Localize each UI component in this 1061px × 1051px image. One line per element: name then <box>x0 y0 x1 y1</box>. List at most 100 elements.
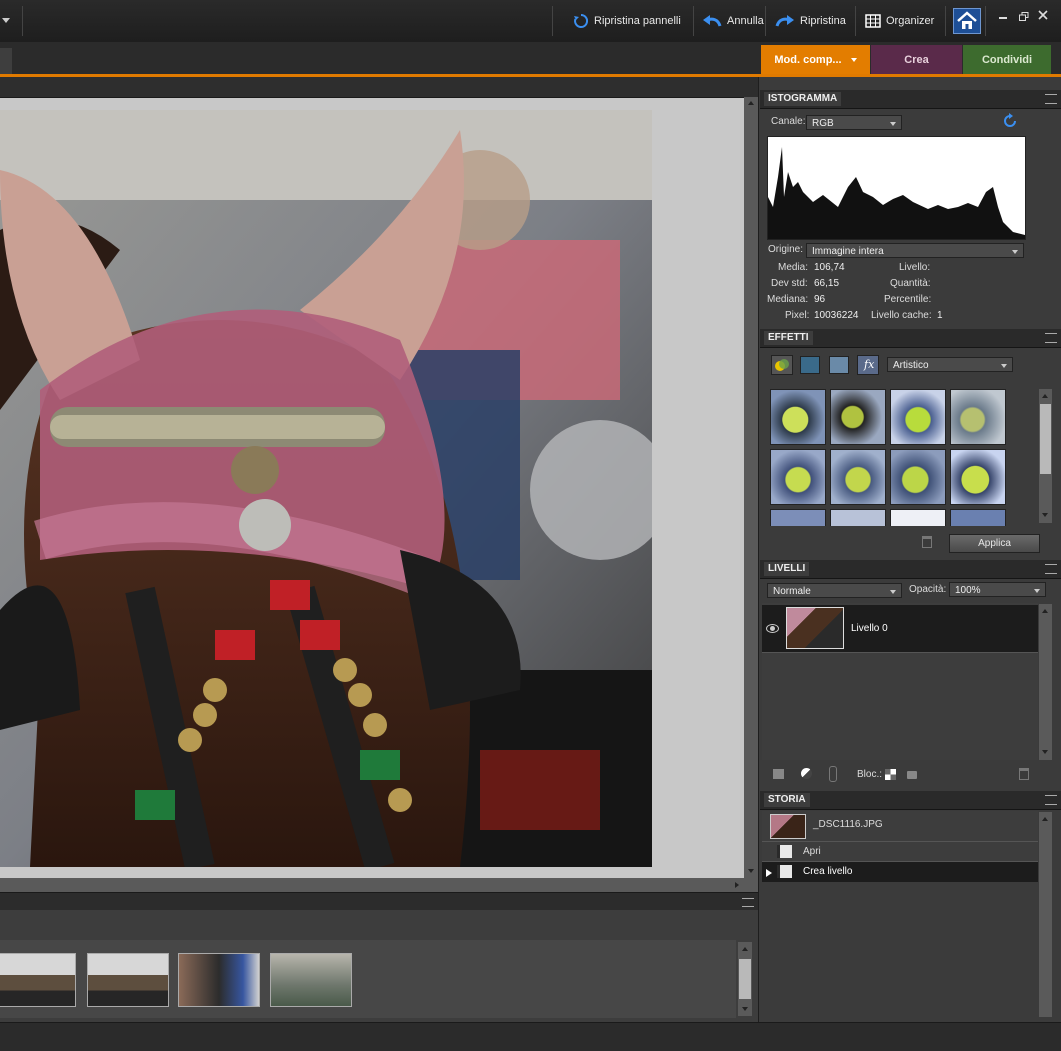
redo-button[interactable]: Ripristina <box>775 12 846 30</box>
history-scrollbar[interactable] <box>1039 812 1052 1017</box>
scroll-up-arrow[interactable] <box>1042 817 1048 821</box>
minimize-button[interactable] <box>999 17 1007 19</box>
history-step-label: Crea livello <box>803 866 853 877</box>
top-toolbar: Ripristina pannelli Annulla Ripristina O… <box>0 0 1061 43</box>
histogram-panel-menu-icon[interactable] <box>1045 94 1057 104</box>
close-button[interactable] <box>1038 10 1048 20</box>
lock-transparency-icon[interactable] <box>885 769 896 780</box>
home-icon <box>957 11 977 29</box>
layers-panel-header[interactable]: LIVELLI <box>760 560 1061 579</box>
scroll-thumb[interactable] <box>739 959 751 999</box>
effect-thumbnail[interactable] <box>770 449 826 505</box>
blend-mode-select[interactable]: Normale <box>767 583 902 598</box>
chevron-down-icon <box>890 590 896 594</box>
undo-icon <box>703 15 722 27</box>
channel-select[interactable]: RGB <box>806 115 902 130</box>
scroll-down-arrow[interactable] <box>1042 750 1048 754</box>
history-step-label: Apri <box>803 846 821 857</box>
layer-thumbnail[interactable] <box>786 607 844 649</box>
pixels-label: Pixel: <box>785 310 810 321</box>
effect-thumbnail[interactable] <box>950 509 1006 526</box>
effect-thumbnail[interactable] <box>950 389 1006 445</box>
scroll-thumb[interactable] <box>1040 404 1051 474</box>
delete-layer-icon[interactable] <box>1019 768 1029 780</box>
scroll-up-arrow[interactable] <box>748 101 754 105</box>
filters-tab-icon[interactable] <box>771 355 793 375</box>
lock-all-icon[interactable] <box>907 771 917 779</box>
tab-create[interactable]: Crea <box>871 45 962 74</box>
history-panel-header[interactable]: STORIA <box>760 791 1061 810</box>
scroll-up-arrow[interactable] <box>1042 394 1048 398</box>
visibility-eye-icon[interactable] <box>766 624 779 633</box>
scroll-up-arrow[interactable] <box>742 947 748 951</box>
effects-panel-menu-icon[interactable] <box>1045 333 1057 343</box>
level-label: Livello: <box>899 262 931 273</box>
opacity-input[interactable]: 100% <box>949 582 1046 597</box>
link-layers-icon[interactable] <box>829 766 837 782</box>
bin-vertical-scrollbar[interactable] <box>738 942 752 1016</box>
opacity-label: Opacità: <box>909 584 947 595</box>
undo-button[interactable]: Annulla <box>702 12 764 30</box>
effect-thumbnail[interactable] <box>890 449 946 505</box>
tab-share-label: Condividi <box>981 53 1033 66</box>
pixels-value: 10036224 <box>814 310 859 321</box>
percentile-label: Percentile: <box>884 294 932 305</box>
bin-thumbnail[interactable] <box>270 953 352 1007</box>
history-step-icon <box>777 865 792 878</box>
adjustment-layer-icon[interactable] <box>801 768 812 779</box>
layers-scrollbar[interactable] <box>1039 604 1052 760</box>
effects-grid <box>764 386 1036 526</box>
effect-thumbnail[interactable] <box>830 389 886 445</box>
document-image[interactable] <box>0 110 652 867</box>
bin-menu-icon[interactable] <box>742 898 754 907</box>
count-label: Quantità: <box>890 278 931 289</box>
effect-thumbnail[interactable] <box>830 509 886 526</box>
trash-icon[interactable] <box>922 536 932 548</box>
canvas-horizontal-scrollbar[interactable] <box>0 878 758 892</box>
scroll-down-arrow[interactable] <box>742 1007 748 1011</box>
histogram-panel-header[interactable]: ISTOGRAMMA <box>760 90 1061 109</box>
reset-panels-button[interactable]: Ripristina pannelli <box>573 12 681 30</box>
effects-panel-header[interactable]: EFFETTI <box>760 329 1061 348</box>
organizer-button[interactable]: Organizer <box>865 12 934 30</box>
new-layer-icon[interactable] <box>773 769 784 779</box>
scroll-down-arrow[interactable] <box>748 869 754 873</box>
effect-thumbnail[interactable] <box>890 389 946 445</box>
menu-dropdown-icon[interactable] <box>2 18 10 23</box>
tab-edit[interactable]: Mod. comp... <box>761 45 870 74</box>
chevron-down-icon <box>1034 589 1040 593</box>
scroll-down-arrow[interactable] <box>1042 513 1048 517</box>
scroll-up-arrow[interactable] <box>1042 609 1048 613</box>
canvas-vertical-scrollbar[interactable] <box>744 97 758 878</box>
photo-effects-tab-icon[interactable] <box>829 356 849 374</box>
effect-thumbnail[interactable] <box>770 389 826 445</box>
bin-thumbnail[interactable] <box>178 953 260 1007</box>
effect-thumbnail[interactable] <box>950 449 1006 505</box>
stddev-label: Dev std: <box>771 278 808 289</box>
layer-styles-tab-icon[interactable] <box>800 356 820 374</box>
effects-scrollbar[interactable] <box>1039 389 1052 523</box>
all-effects-tab-icon[interactable]: fx <box>857 355 879 375</box>
bin-thumbnail[interactable] <box>87 953 169 1007</box>
effects-panel-title: EFFETTI <box>764 331 813 345</box>
effect-thumbnail[interactable] <box>830 449 886 505</box>
effect-thumbnail[interactable] <box>890 509 946 526</box>
restore-button[interactable] <box>1019 11 1029 21</box>
tab-share[interactable]: Condividi <box>963 45 1051 74</box>
layers-panel-menu-icon[interactable] <box>1045 564 1057 574</box>
organizer-label: Organizer <box>886 15 935 27</box>
history-panel-title: STORIA <box>764 793 810 807</box>
layers-panel-title: LIVELLI <box>764 562 810 576</box>
chevron-down-icon <box>1012 250 1018 254</box>
bin-thumbnail[interactable] <box>0 953 76 1007</box>
effect-thumbnail[interactable] <box>770 509 826 526</box>
home-button[interactable] <box>953 8 981 34</box>
histogram-curve <box>768 147 1025 239</box>
source-select[interactable]: Immagine intera <box>806 243 1024 258</box>
apply-effect-button[interactable]: Applica <box>949 534 1040 553</box>
mean-value: 106,74 <box>814 262 845 273</box>
effects-category-select[interactable]: Artistico <box>887 357 1013 372</box>
refresh-histogram-button[interactable] <box>1002 113 1018 132</box>
history-panel-menu-icon[interactable] <box>1045 795 1057 805</box>
scroll-right-arrow[interactable] <box>735 882 739 888</box>
